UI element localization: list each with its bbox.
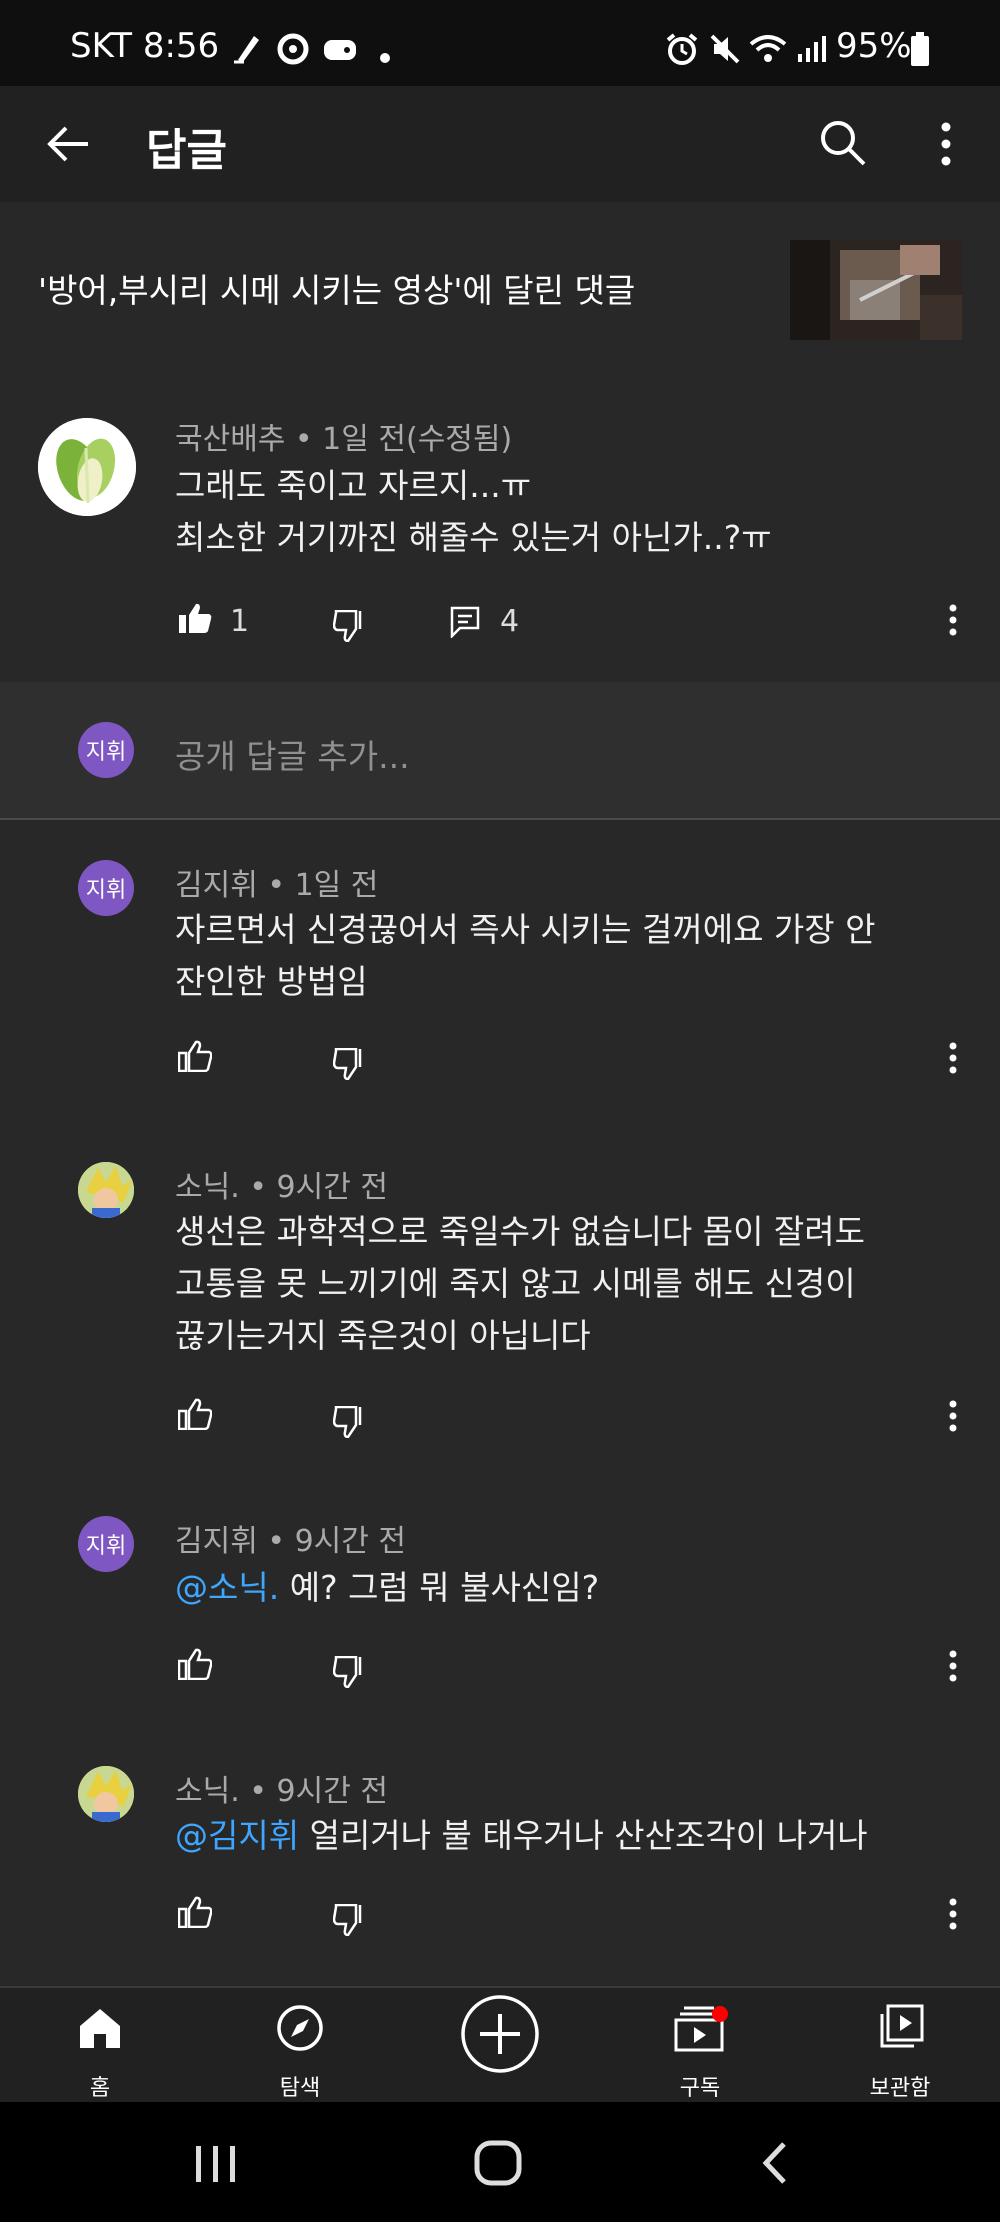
back-button-icon[interactable] bbox=[760, 2140, 790, 2190]
battery-percent: 95% bbox=[836, 26, 912, 66]
reply-text-line-2: 잔인한 방법임 bbox=[175, 962, 368, 1001]
status-bar: SKT 8:56 95% bbox=[0, 0, 1000, 86]
avatar-cabbage[interactable] bbox=[38, 418, 136, 516]
reply-text: @김지휘 얼리거나 불 태우거나 산산조각이 나거나 bbox=[175, 1810, 868, 1862]
home-button-icon[interactable] bbox=[474, 2140, 522, 2190]
signal-icon bbox=[796, 34, 826, 68]
reply-item: 소닉. • 9시간 전 @김지휘 얼리거나 불 태우거나 산산조각이 나거나 bbox=[0, 1730, 1000, 1986]
nav-home-label: 홈 bbox=[89, 2076, 111, 2101]
my-avatar-text: 지휘 bbox=[85, 740, 127, 765]
add-circle-icon bbox=[460, 1994, 540, 2078]
avatar-text: 지휘 bbox=[85, 878, 127, 903]
status-carrier-time: SKT 8:56 bbox=[70, 26, 220, 66]
mention-link[interactable]: @김지휘 bbox=[175, 1816, 299, 1855]
subscriptions-icon bbox=[674, 2006, 728, 2056]
page-title: 답글 bbox=[146, 125, 227, 176]
reply-more-icon[interactable] bbox=[948, 1650, 958, 1686]
sync-notification-icon bbox=[276, 32, 310, 70]
avatar-sonic[interactable] bbox=[78, 1162, 134, 1218]
reply-text-line-1: 생선은 과학적으로 죽일수가 없습니다 몸이 잘려도 bbox=[175, 1212, 866, 1251]
alarm-icon bbox=[664, 32, 700, 70]
reply-author-meta: 소닉. • 9시간 전 bbox=[175, 1774, 388, 1809]
comment-more-icon[interactable] bbox=[948, 604, 958, 640]
reply-author-meta: 김지휘 • 1일 전 bbox=[175, 868, 379, 903]
like-filled-icon[interactable] bbox=[178, 602, 212, 638]
dislike-icon[interactable] bbox=[332, 609, 367, 646]
like-icon[interactable] bbox=[177, 1040, 213, 1076]
compass-icon bbox=[276, 2004, 324, 2056]
reply-more-icon[interactable] bbox=[948, 1400, 958, 1436]
back-arrow-icon[interactable] bbox=[44, 120, 92, 172]
reply-input[interactable]: 공개 답글 추가... bbox=[175, 730, 410, 778]
parent-comment: 국산배추 • 1일 전(수정됨) 그래도 죽이고 자르지...ㅠ 최소한 거기까… bbox=[0, 378, 1000, 682]
mention-link[interactable]: @소닉. bbox=[175, 1568, 279, 1607]
reply-more-icon[interactable] bbox=[948, 1042, 958, 1078]
reply-item: 지휘 김지휘 • 1일 전 자르면서 신경끊어서 즉사 시키는 걸꺼에요 가장 … bbox=[0, 820, 1000, 1120]
nav-subscriptions-label: 구독 bbox=[679, 2076, 721, 2101]
nav-explore-label: 탐색 bbox=[279, 2076, 321, 2101]
reply-author-meta: 소닉. • 9시간 전 bbox=[175, 1170, 388, 1205]
like-icon[interactable] bbox=[177, 1398, 213, 1434]
reply-body: 얼리거나 불 태우거나 산산조각이 나거나 bbox=[299, 1816, 868, 1855]
like-count: 1 bbox=[230, 604, 250, 639]
more-notifications-dot-icon bbox=[380, 48, 390, 67]
reply-text-line-3: 끊기는거지 죽은것이 아닙니다 bbox=[175, 1316, 591, 1355]
avatar[interactable]: 지휘 bbox=[78, 860, 134, 916]
dislike-icon[interactable] bbox=[332, 1655, 367, 1692]
comment-author-meta: 국산배추 • 1일 전(수정됨) bbox=[175, 422, 513, 457]
dislike-icon[interactable] bbox=[332, 1903, 367, 1940]
more-vert-icon[interactable] bbox=[936, 122, 956, 170]
pen-notification-icon bbox=[232, 30, 262, 68]
like-icon[interactable] bbox=[177, 1896, 213, 1932]
my-avatar: 지휘 bbox=[78, 722, 134, 778]
search-icon[interactable] bbox=[818, 118, 868, 172]
reply-item: 지휘 김지휘 • 9시간 전 @소닉. 예? 그럼 뭐 불사신임? bbox=[0, 1480, 1000, 1730]
reply-body: 예? 그럼 뭐 불사신임? bbox=[279, 1568, 600, 1607]
video-title[interactable]: '방어,부시리 시메 시키는 영상'에 달린 댓글 bbox=[38, 264, 635, 312]
reply-text-line-2: 고통을 못 느끼기에 죽지 않고 시메를 해도 신경이 bbox=[175, 1264, 856, 1303]
reply-text: @소닉. 예? 그럼 뭐 불사신임? bbox=[175, 1562, 599, 1614]
avatar[interactable]: 지휘 bbox=[78, 1516, 134, 1572]
reply-item: 소닉. • 9시간 전 생선은 과학적으로 죽일수가 없습니다 몸이 잘려도 고… bbox=[0, 1120, 1000, 1480]
bottom-nav: 홈 탐색 구독 보관함 bbox=[0, 1986, 1000, 2104]
system-nav-bar bbox=[0, 2102, 1000, 2222]
dislike-icon[interactable] bbox=[332, 1047, 367, 1084]
dislike-icon[interactable] bbox=[332, 1405, 367, 1442]
library-icon bbox=[878, 2004, 924, 2054]
game-notification-icon bbox=[322, 36, 358, 68]
reply-more-icon[interactable] bbox=[948, 1898, 958, 1934]
replies-icon[interactable] bbox=[450, 606, 482, 642]
reply-text-line-1: 자르면서 신경끊어서 즉사 시키는 걸꺼에요 가장 안 bbox=[175, 910, 876, 949]
mute-icon bbox=[708, 32, 742, 70]
avatar-text: 지휘 bbox=[85, 1534, 127, 1559]
battery-icon bbox=[910, 32, 930, 70]
app-bar: 답글 bbox=[0, 86, 1000, 202]
comment-text-line-2: 최소한 거기까진 해줄수 있는거 아닌가..?ㅠ bbox=[175, 518, 772, 557]
add-reply-bar[interactable]: 지휘 공개 답글 추가... bbox=[0, 682, 1000, 818]
home-icon bbox=[78, 2006, 122, 2054]
reply-count: 4 bbox=[500, 604, 520, 639]
video-header[interactable]: '방어,부시리 시메 시키는 영상'에 달린 댓글 bbox=[0, 202, 1000, 380]
nav-library-label: 보관함 bbox=[869, 2076, 931, 2101]
recent-apps-icon[interactable] bbox=[194, 2144, 238, 2188]
avatar-sonic[interactable] bbox=[78, 1766, 134, 1822]
like-icon[interactable] bbox=[177, 1648, 213, 1684]
wifi-icon bbox=[748, 32, 788, 70]
video-thumbnail[interactable] bbox=[790, 240, 962, 340]
comment-text-line-1: 그래도 죽이고 자르지...ㅠ bbox=[175, 466, 532, 505]
reply-author-meta: 김지휘 • 9시간 전 bbox=[175, 1524, 406, 1559]
